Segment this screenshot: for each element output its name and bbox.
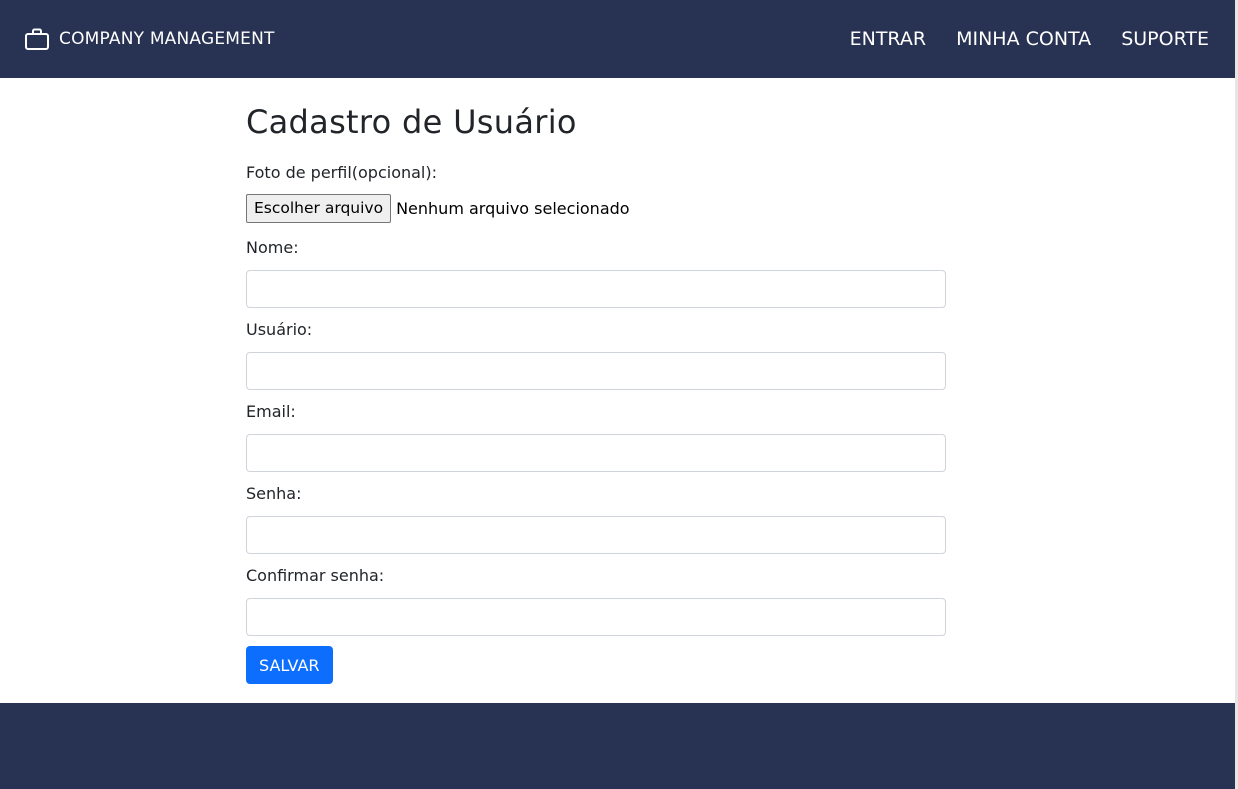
username-input[interactable]: [246, 352, 946, 390]
footer: [0, 703, 1235, 789]
file-picker: Escolher arquivo Nenhum arquivo selecion…: [246, 193, 946, 223]
save-button[interactable]: SALVAR: [246, 646, 333, 684]
page-title: Cadastro de Usuário: [246, 103, 577, 141]
file-status-text: Nenhum arquivo selecionado: [396, 198, 630, 218]
brand-link[interactable]: COMPANY MANAGEMENT: [24, 26, 275, 52]
briefcase-icon: [25, 28, 49, 50]
email-label: Email:: [246, 402, 296, 421]
password-label: Senha:: [246, 484, 302, 503]
photo-label: Foto de perfil(opcional):: [246, 163, 437, 182]
brand-name: COMPANY MANAGEMENT: [59, 29, 275, 49]
username-label: Usuário:: [246, 320, 313, 339]
name-label: Nome:: [246, 238, 299, 257]
nav-link-minha-conta[interactable]: MINHA CONTA: [956, 28, 1091, 50]
nav-menu: ENTRAR MINHA CONTA SUPORTE: [850, 28, 1209, 50]
nav-link-suporte[interactable]: SUPORTE: [1121, 28, 1209, 50]
confirm-password-input[interactable]: [246, 598, 946, 636]
name-input[interactable]: [246, 270, 946, 308]
confirm-password-label: Confirmar senha:: [246, 566, 385, 585]
registration-form: Cadastro de Usuário Foto de perfil(opcio…: [246, 100, 946, 684]
choose-file-button[interactable]: Escolher arquivo: [246, 193, 392, 223]
password-input[interactable]: [246, 516, 946, 554]
email-input[interactable]: [246, 434, 946, 472]
navbar: COMPANY MANAGEMENT ENTRAR MINHA CONTA SU…: [0, 0, 1235, 78]
nav-link-entrar[interactable]: ENTRAR: [850, 28, 926, 50]
